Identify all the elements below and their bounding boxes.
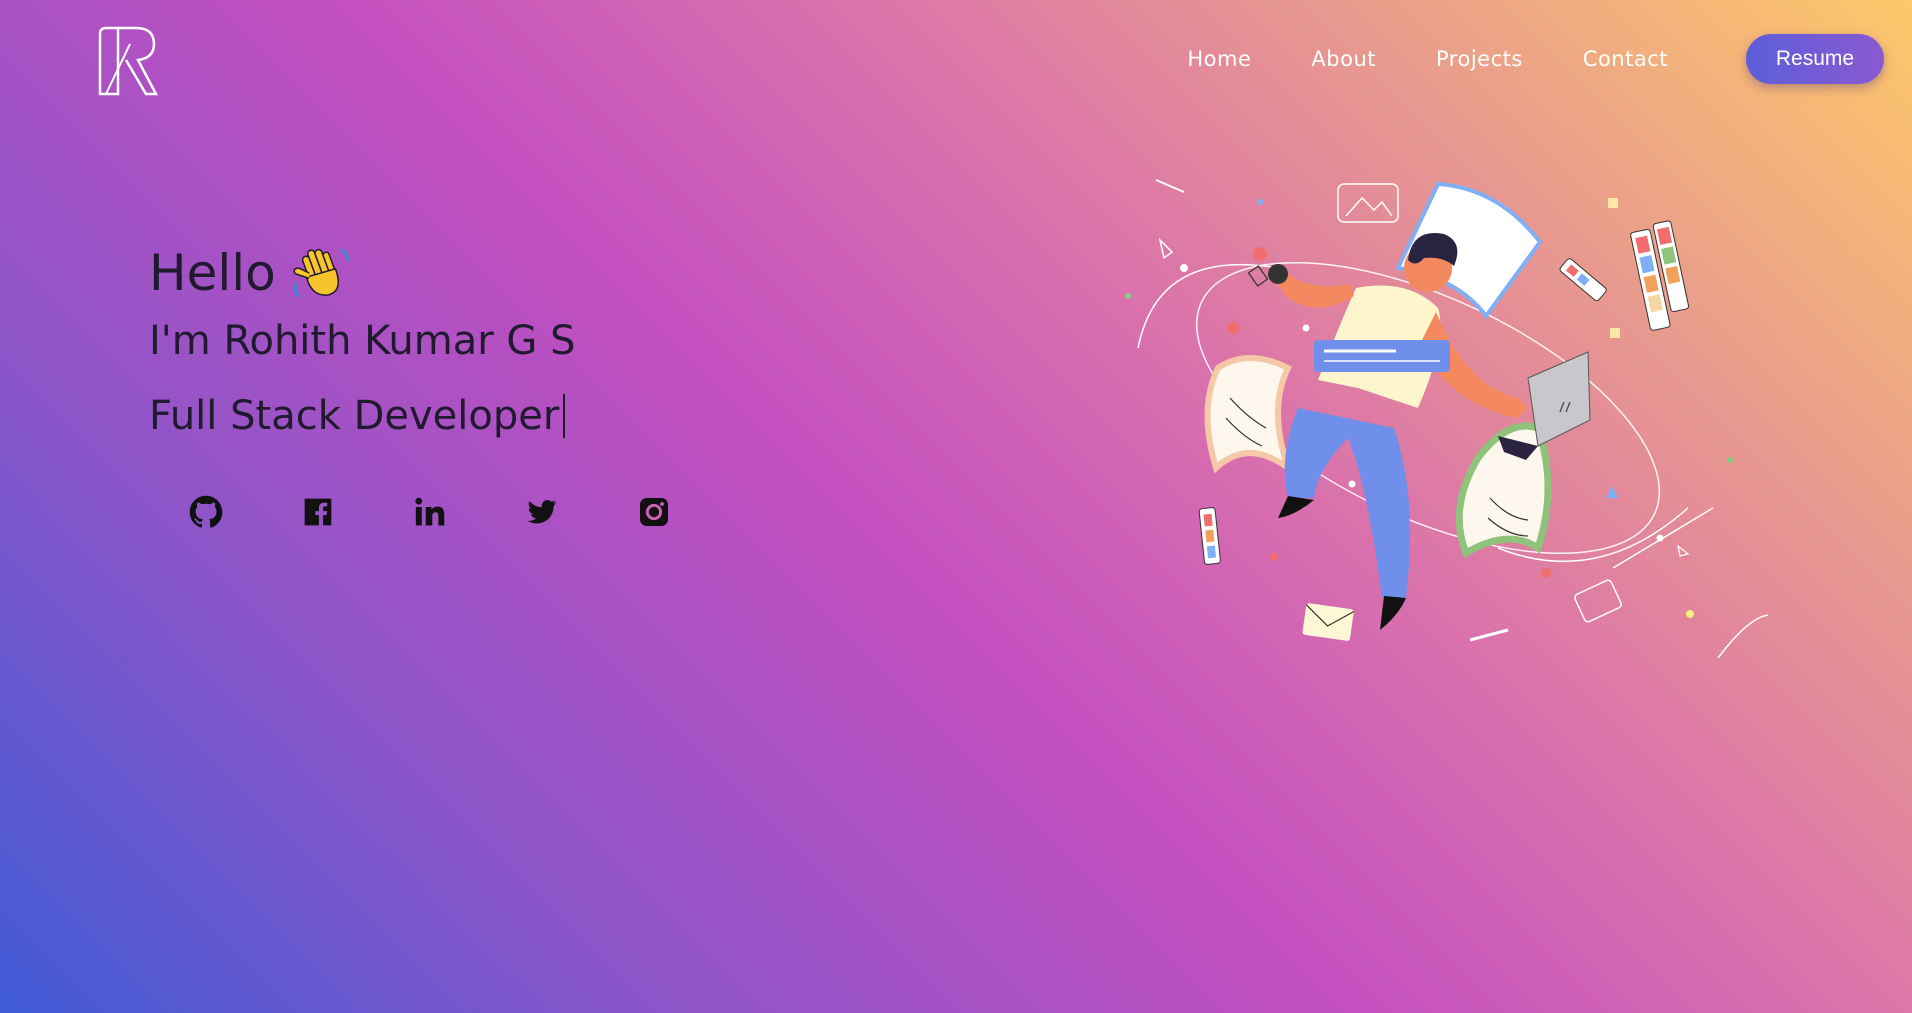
linkedin-link[interactable] [412, 494, 448, 530]
typing-cursor [563, 394, 566, 438]
github-link[interactable] [188, 494, 224, 530]
site-logo[interactable] [96, 24, 159, 96]
intro-name: I'm Rohith Kumar G S [149, 318, 576, 364]
resume-button[interactable]: Resume [1746, 34, 1884, 84]
nav-contact-link[interactable]: Contact [1583, 47, 1668, 71]
top-nav: Home About Projects Contact Resume [1187, 34, 1884, 84]
facebook-link[interactable] [300, 494, 336, 530]
nav-about-link[interactable]: About [1311, 47, 1376, 71]
rk-monogram-logo-icon [98, 26, 159, 96]
social-links [188, 494, 748, 530]
greeting-row: Hello [149, 236, 575, 310]
role-text: Full Stack Developer [149, 393, 560, 439]
twitter-icon [527, 500, 557, 524]
nav-projects-link[interactable]: Projects [1436, 47, 1523, 71]
twitter-link[interactable] [524, 494, 560, 530]
waving-hand-icon [293, 248, 349, 298]
github-icon [189, 495, 223, 528]
instagram-icon [640, 498, 668, 526]
role-text-row: Full Stack Developer [149, 388, 575, 444]
instagram-link[interactable] [636, 494, 672, 530]
linkedin-icon [415, 497, 445, 526]
developer-illustration [1125, 179, 1769, 659]
greeting-text: Hello [149, 244, 276, 302]
facebook-icon [304, 498, 332, 526]
hero-section: Hello I'm Rohith Kumar G S Full Stack De… [149, 236, 575, 444]
nav-home-link[interactable]: Home [1187, 47, 1251, 71]
